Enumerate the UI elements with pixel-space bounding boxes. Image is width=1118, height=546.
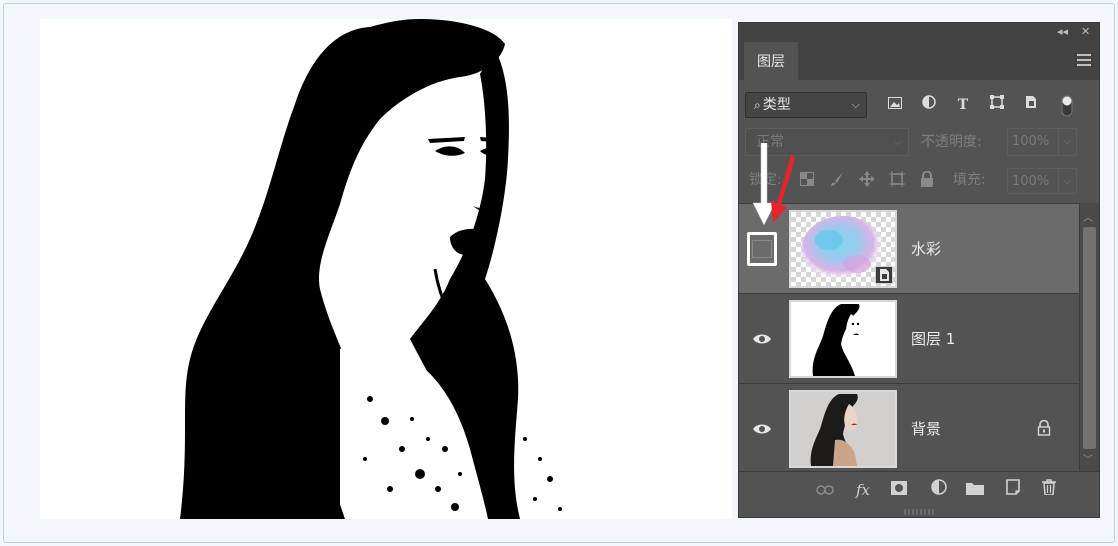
filter-kind-label: 类型 xyxy=(762,97,791,113)
red-arrow-icon xyxy=(771,155,795,223)
layer-name-background[interactable]: 背景 xyxy=(911,418,941,440)
eye-icon[interactable] xyxy=(747,414,777,444)
opacity-value: 100% xyxy=(1012,134,1050,149)
lock-icon[interactable] xyxy=(1037,419,1055,438)
layers-panel: ◂◂ ✕ 图层 ⌕ 类型 ⌵ T 正常 ⌵ 不透明度: 100% ⌵ 填充: 1… xyxy=(738,22,1100,518)
trash-icon[interactable] xyxy=(1037,478,1061,502)
type-filter-icon[interactable]: T xyxy=(953,95,973,115)
layer-filter-row: ⌕ 类型 ⌵ T xyxy=(745,92,1095,118)
chevron-down-icon[interactable]: ⌵ xyxy=(1058,169,1076,193)
smart-object-badge-icon xyxy=(875,266,893,284)
screenshot-frame: ◂◂ ✕ 图层 ⌕ 类型 ⌵ T 正常 ⌵ 不透明度: 100% ⌵ 填充: 1… xyxy=(3,3,1115,543)
panel-tab-row: 图层 xyxy=(739,42,1099,80)
layers-scrollbar[interactable]: ︿ ﹀ xyxy=(1079,203,1099,471)
adjustment-filter-icon[interactable] xyxy=(919,95,939,115)
layers-list: 水彩 图层 1 背景 xyxy=(739,203,1079,474)
document-canvas[interactable] xyxy=(40,19,732,519)
layer-name-layer1[interactable]: 图层 1 xyxy=(911,328,955,350)
lock-artboard-icon[interactable] xyxy=(887,171,907,191)
chevron-down-icon[interactable]: ⌵ xyxy=(1058,129,1076,155)
image-filter-icon[interactable] xyxy=(885,95,905,115)
panel-bottom-toolbar: fx xyxy=(739,471,1099,507)
fx-icon[interactable]: fx xyxy=(851,478,875,502)
smart-object-filter-icon[interactable] xyxy=(1021,95,1041,115)
opacity-label: 不透明度: xyxy=(921,134,982,150)
layer-name-watercolor[interactable]: 水彩 xyxy=(911,238,941,260)
white-arrow-icon xyxy=(752,143,776,226)
folder-icon[interactable] xyxy=(963,478,987,502)
scroll-thumb[interactable] xyxy=(1083,227,1096,449)
mask-icon[interactable] xyxy=(887,478,911,502)
search-icon: ⌕ xyxy=(754,98,761,112)
threshold-portrait-image xyxy=(40,19,732,519)
layer-row-layer1[interactable]: 图层 1 xyxy=(739,294,1079,384)
lock-all-icon[interactable] xyxy=(917,170,937,191)
panel-title-bar: ◂◂ ✕ xyxy=(739,23,1099,42)
close-panel-icon[interactable]: ✕ xyxy=(1081,25,1090,39)
panel-menu-icon[interactable] xyxy=(1077,54,1091,66)
black-white-portrait-thumbnail xyxy=(791,302,895,376)
fill-value: 100% xyxy=(1012,174,1050,189)
annotation-arrows xyxy=(752,143,795,226)
scroll-up-icon[interactable]: ︿ xyxy=(1083,209,1093,224)
layer-row-background[interactable]: 背景 xyxy=(739,384,1079,474)
opacity-field[interactable]: 100% ⌵ xyxy=(1007,128,1077,156)
chevron-down-icon: ⌵ xyxy=(893,135,902,148)
scroll-down-icon[interactable]: ﹀ xyxy=(1083,451,1093,466)
new-layer-icon[interactable] xyxy=(1001,478,1025,502)
chevron-down-icon: ⌵ xyxy=(851,98,860,111)
lock-position-icon[interactable] xyxy=(857,171,877,191)
fill-label: 填充: xyxy=(953,172,986,188)
collapse-panel-icon[interactable]: ◂◂ xyxy=(1057,25,1068,39)
link-icon[interactable] xyxy=(813,478,837,502)
tab-layers[interactable]: 图层 xyxy=(744,42,798,80)
shape-filter-icon[interactable] xyxy=(987,95,1007,115)
resize-grip[interactable] xyxy=(904,509,934,515)
filter-kind-select[interactable]: ⌕ 类型 ⌵ xyxy=(745,92,867,118)
layer-thumbnail-background xyxy=(789,390,897,468)
fill-field[interactable]: 100% ⌵ xyxy=(1007,168,1077,194)
layer-thumbnail-layer1 xyxy=(789,300,897,378)
eye-icon[interactable] xyxy=(747,324,777,354)
adjustment-icon[interactable] xyxy=(927,478,951,502)
lock-image-pixels-icon[interactable] xyxy=(827,171,847,191)
filter-toggle-icon[interactable] xyxy=(1057,95,1077,117)
color-portrait-thumbnail xyxy=(791,392,895,466)
